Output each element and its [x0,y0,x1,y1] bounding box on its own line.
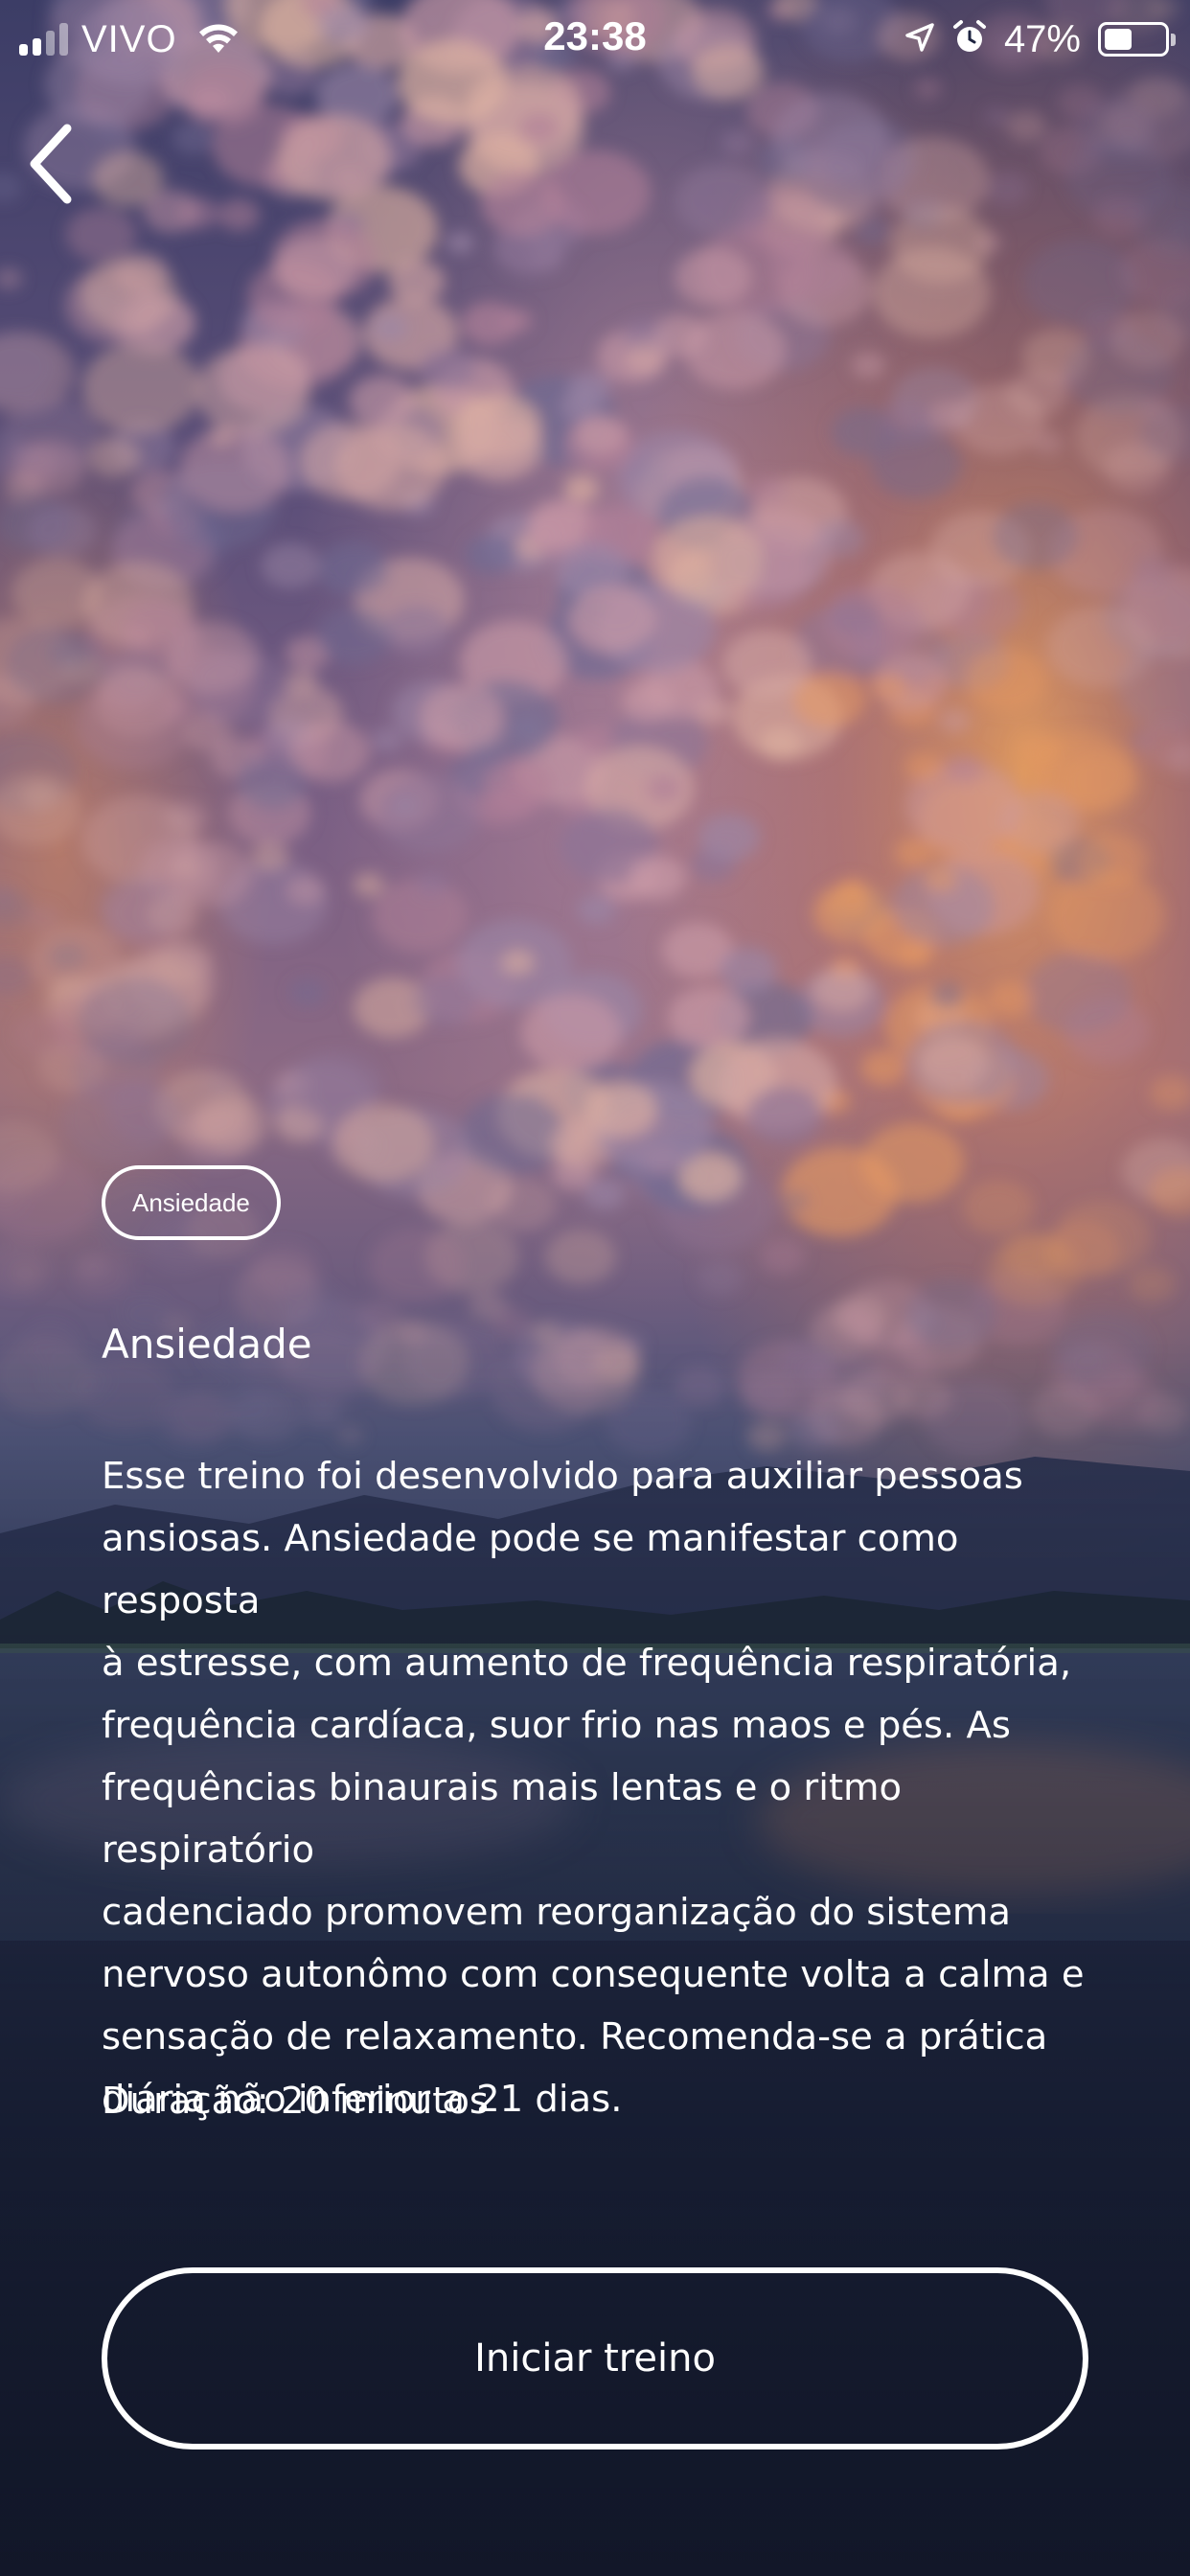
battery-icon [1098,22,1176,57]
description-line: ansiosas. Ansiedade pode se manifestar c… [102,1517,959,1622]
battery-nub [1171,34,1176,46]
alarm-icon [952,19,987,59]
description-line: frequências binaurais mais lentas e o ri… [102,1766,903,1872]
description-line: Esse treino foi desenvolvido para auxili… [102,1455,1023,1498]
description-line: cadenciado promovem reorganização do sis… [102,1891,1012,1934]
background-image [0,0,1190,2576]
program-description: Esse treino foi desenvolvido para auxili… [102,1445,1098,2130]
program-title: Ansiedade [102,1321,312,1368]
battery-percent: 47% [1003,17,1081,60]
status-bar: VIVO 23:38 47% [0,0,1190,80]
description-line: nervoso autonômo com consequente volta a… [102,1953,1085,1996]
duration-label: Duração: 20 minutos [102,2080,489,2123]
back-button[interactable] [25,121,79,207]
start-training-label: Iniciar treino [474,2336,716,2380]
description-line: sensação de relaxamento. Recomenda-se a … [102,2015,1048,2058]
chevron-left-icon [30,124,72,204]
start-training-button[interactable]: Iniciar treino [102,2267,1088,2450]
description-line: frequência cardíaca, suor frio nas maos … [102,1704,1011,1747]
category-tag: Ansiedade [102,1165,281,1240]
status-right: 47% [904,15,1176,63]
description-line: à estresse, com aumento de frequência re… [102,1642,1072,1685]
location-arrow-icon [904,22,935,57]
battery-fill [1105,29,1132,50]
